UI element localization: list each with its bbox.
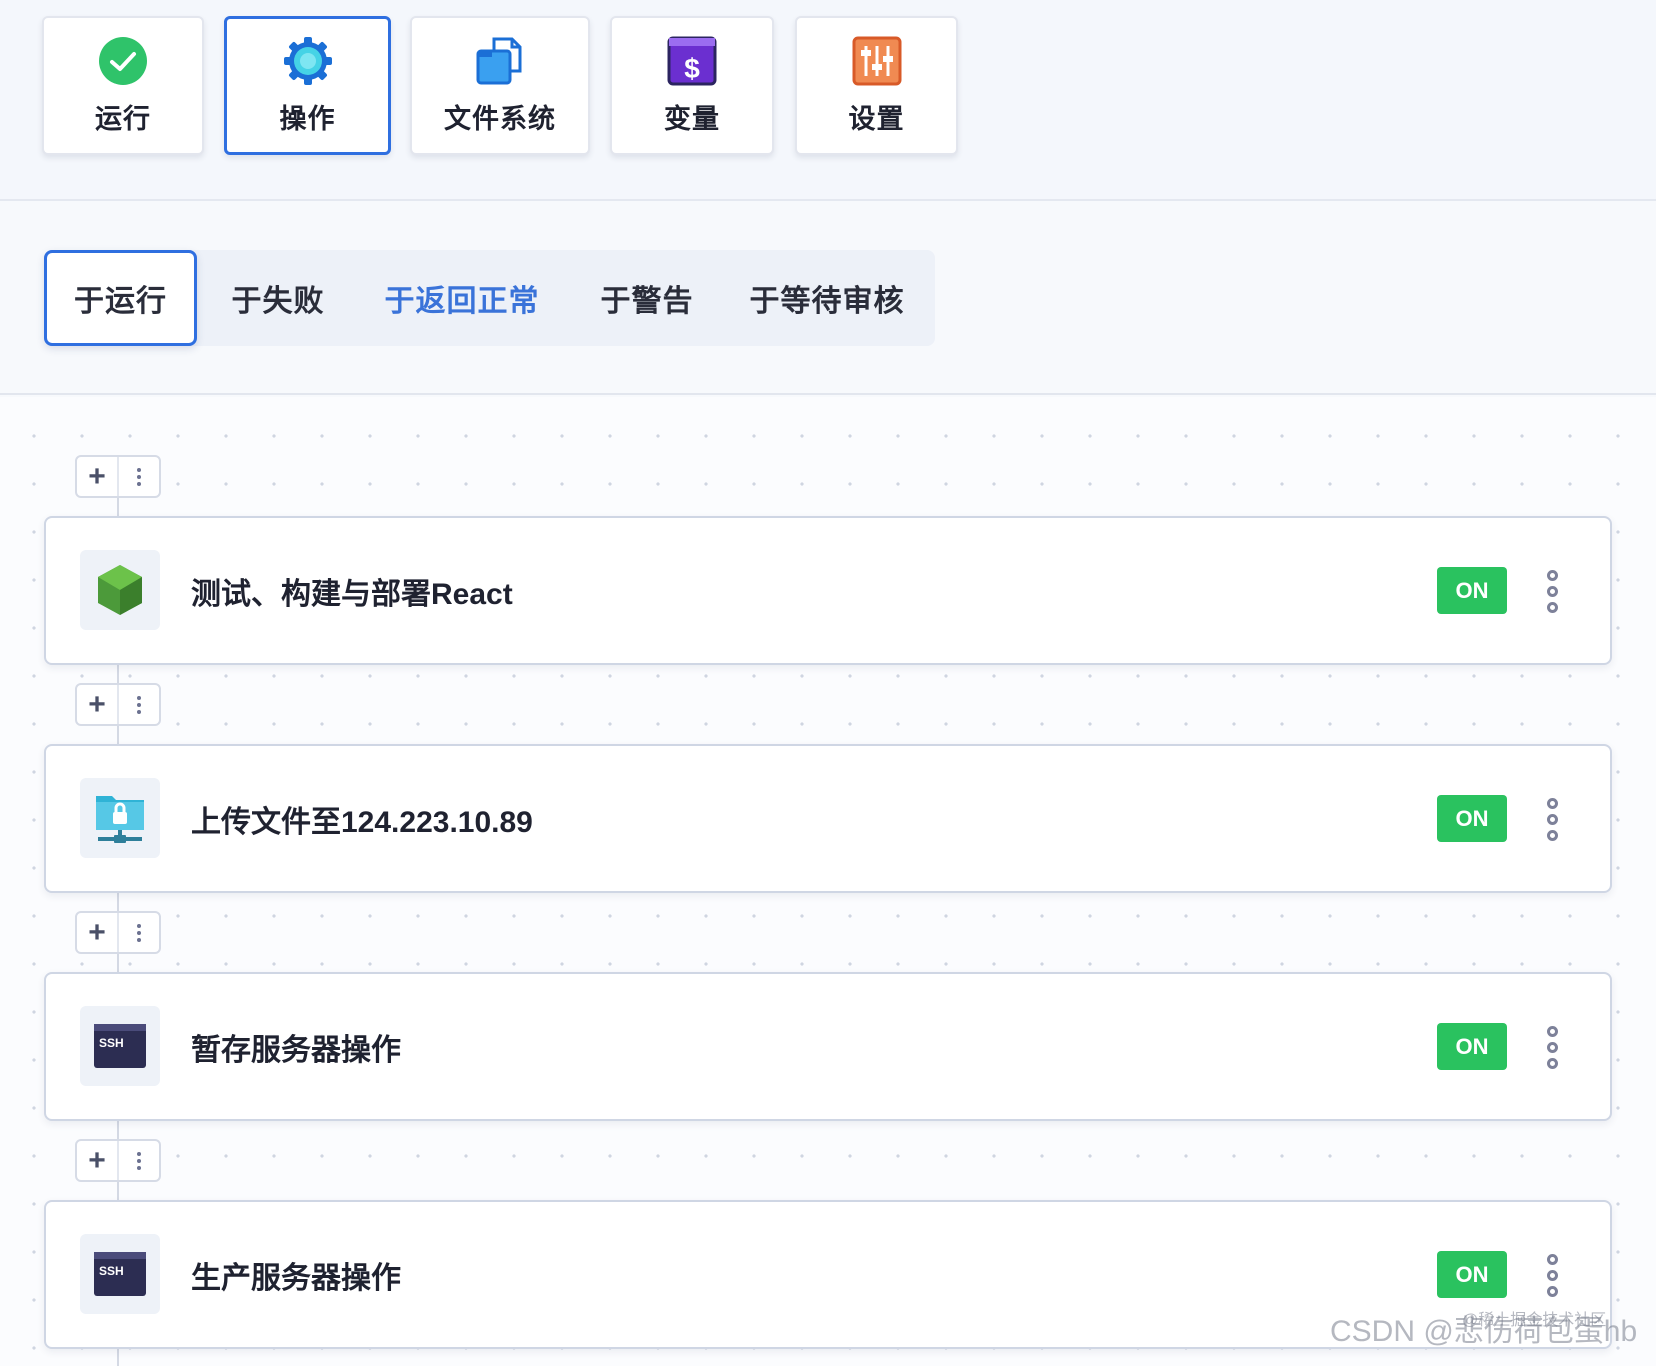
more-options-icon bbox=[1546, 569, 1558, 613]
add-action-button[interactable]: + bbox=[77, 685, 119, 724]
add-action-control: + bbox=[75, 911, 161, 954]
add-action-control: + bbox=[75, 683, 161, 726]
add-action-button[interactable]: + bbox=[77, 1141, 119, 1180]
action-card[interactable]: 测试、构建与部署React ON bbox=[44, 516, 1612, 665]
action-menu-button[interactable] bbox=[1540, 1248, 1564, 1302]
more-options-icon bbox=[1546, 1025, 1558, 1069]
toolbar-run-label: 运行 bbox=[95, 104, 151, 134]
action-title: 上传文件至124.223.10.89 bbox=[191, 805, 533, 839]
insert-menu-button[interactable] bbox=[119, 457, 159, 496]
insert-menu-button[interactable] bbox=[119, 913, 159, 952]
action-title: 暂存服务器操作 bbox=[191, 1033, 401, 1067]
tab-on-run[interactable]: 于运行 bbox=[44, 250, 197, 346]
toolbar-filesystem-label: 文件系统 bbox=[444, 104, 556, 134]
action-menu-button[interactable] bbox=[1540, 1020, 1564, 1074]
tab-on-waiting-approval[interactable]: 于等待审核 bbox=[732, 250, 922, 346]
toolbar-settings-label: 设置 bbox=[848, 104, 905, 134]
toolbar-settings-button[interactable]: 设置 bbox=[795, 16, 958, 155]
vertical-dots-icon bbox=[137, 1151, 141, 1170]
add-action-control: + bbox=[75, 1139, 161, 1182]
dollar-variable-icon: $ bbox=[666, 35, 718, 87]
trigger-tab-strip: 于运行 于失败 于返回正常 于警告 于等待审核 bbox=[44, 250, 935, 346]
pipeline-canvas: + + + + 测试、构建与部署React ON 上传文件至124.223.10… bbox=[0, 397, 1656, 1366]
tab-on-back-to-normal[interactable]: 于返回正常 bbox=[362, 250, 562, 346]
ssh-icon-label: SSH bbox=[99, 1036, 124, 1050]
sliders-icon bbox=[851, 35, 903, 87]
pipeline-connector bbox=[117, 1347, 119, 1366]
app-root: 运行 操作 文件系统 $ 变量 设置 于运行 于失败 于返回正常 于警告 于等待… bbox=[0, 0, 1656, 1366]
toolbar-operations-button[interactable]: 操作 bbox=[224, 16, 391, 155]
ssh-terminal-icon: SSH bbox=[80, 1006, 160, 1086]
vertical-dots-icon bbox=[137, 467, 141, 486]
toolbar-variables-button[interactable]: $ 变量 bbox=[610, 16, 774, 155]
insert-menu-button[interactable] bbox=[119, 1141, 159, 1180]
action-title: 测试、构建与部署React bbox=[191, 577, 513, 611]
nodejs-hexagon-icon bbox=[80, 550, 160, 630]
insert-menu-button[interactable] bbox=[119, 685, 159, 724]
action-enabled-toggle[interactable]: ON bbox=[1437, 567, 1507, 614]
ssh-icon-label: SSH bbox=[99, 1264, 124, 1278]
secure-ftp-server-icon bbox=[80, 778, 160, 858]
vertical-dots-icon bbox=[137, 695, 141, 714]
action-card[interactable]: SSH 暂存服务器操作 ON bbox=[44, 972, 1612, 1121]
action-menu-button[interactable] bbox=[1540, 792, 1564, 846]
add-action-button[interactable]: + bbox=[77, 913, 119, 952]
trigger-tab-area: 于运行 于失败 于返回正常 于警告 于等待审核 bbox=[0, 203, 1656, 395]
action-title: 生产服务器操作 bbox=[191, 1261, 401, 1295]
toolbar-run-button[interactable]: 运行 bbox=[42, 16, 204, 155]
action-enabled-toggle[interactable]: ON bbox=[1437, 795, 1507, 842]
check-circle-icon bbox=[97, 35, 149, 87]
toolbar-filesystem-button[interactable]: 文件系统 bbox=[410, 16, 590, 155]
files-icon bbox=[474, 35, 526, 87]
toolbar-variables-label: 变量 bbox=[664, 104, 720, 134]
vertical-dots-icon bbox=[137, 923, 141, 942]
gear-icon bbox=[282, 35, 334, 87]
action-card[interactable]: 上传文件至124.223.10.89 ON bbox=[44, 744, 1612, 893]
svg-text:$: $ bbox=[684, 53, 700, 84]
watermark: CSDN @悲伤荷包蛋hb bbox=[1330, 1315, 1638, 1348]
add-action-button[interactable]: + bbox=[77, 457, 119, 496]
add-action-control: + bbox=[75, 455, 161, 498]
action-menu-button[interactable] bbox=[1540, 564, 1564, 618]
tab-on-fail[interactable]: 于失败 bbox=[204, 250, 352, 346]
more-options-icon bbox=[1546, 1253, 1558, 1297]
action-enabled-toggle[interactable]: ON bbox=[1437, 1023, 1507, 1070]
more-options-icon bbox=[1546, 797, 1558, 841]
toolbar-operations-label: 操作 bbox=[279, 104, 336, 134]
top-toolbar: 运行 操作 文件系统 $ 变量 设置 bbox=[0, 0, 1656, 201]
tab-on-warning[interactable]: 于警告 bbox=[572, 250, 722, 346]
ssh-terminal-icon: SSH bbox=[80, 1234, 160, 1314]
action-enabled-toggle[interactable]: ON bbox=[1437, 1251, 1507, 1298]
